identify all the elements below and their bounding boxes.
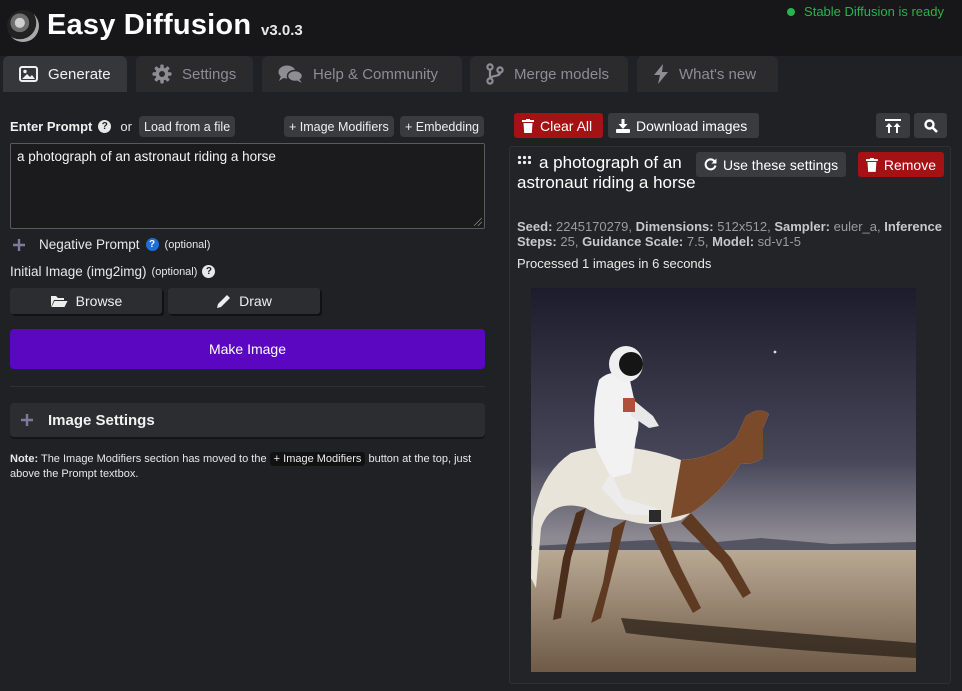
tab-whats-new-label: What's new [679,65,757,83]
negative-prompt-optional: (optional) [164,238,211,251]
draw-label: Draw [239,293,272,309]
prompt-textarea[interactable]: a photograph of an astronaut riding a ho… [10,143,485,229]
prompt-text: a photograph of an astronaut riding a ho… [17,149,276,164]
image-modifiers-button[interactable]: + Image Modifiers [284,116,394,137]
make-image-button[interactable]: Make Image [10,329,485,369]
model-label: Model: [712,234,755,249]
browse-button[interactable]: Browse [10,288,162,314]
clear-all-label: Clear All [540,117,593,134]
zoom-button[interactable] [914,113,947,138]
note-modifiers-chip: + Image Modifiers [269,452,366,466]
seed-value: 2245170279, [556,219,632,234]
tab-generate-label: Generate [48,65,111,83]
init-image-label: Initial Image (img2img) [10,264,147,279]
pen-icon [217,294,231,308]
status-dot-icon [787,7,796,16]
dimensions-label: Dimensions: [635,219,714,234]
plus-icon [21,414,33,426]
remove-button[interactable]: Remove [858,152,944,177]
tab-whats-new[interactable]: What's new [637,56,778,92]
app-title: Easy Diffusion [47,9,252,41]
download-icon [616,118,630,133]
modifiers-note: Note: The Image Modifiers section has mo… [10,452,490,482]
embedding-button[interactable]: + Embedding [400,116,485,137]
image-settings-label: Image Settings [48,411,155,429]
prompt-label: Enter Prompt [10,119,93,134]
guidance-label: Guidance Scale: [582,234,684,249]
init-image-optional: (optional) [151,265,198,278]
help-icon[interactable]: ? [98,120,112,133]
sampler-value: euler_a, [833,219,881,234]
app-logo [7,10,39,42]
steps-value: 25, [560,234,579,249]
prompt-label-row: Enter Prompt ? or [10,119,134,134]
use-settings-button[interactable]: Use these settings [696,152,847,177]
dimensions-value: 512x512, [717,219,771,234]
model-value: sd-v1-5 [757,234,802,249]
app-header: Easy Diffusion v3.0.3 Stable Diffusion i… [0,0,962,56]
load-from-file-button[interactable]: Load from a file [139,116,236,137]
tab-generate[interactable]: Generate [3,56,127,92]
gear-icon [152,64,172,84]
draw-button[interactable]: Draw [168,288,320,314]
or-text: or [120,119,132,134]
trash-icon [866,157,878,172]
negative-prompt-toggle[interactable]: Negative Prompt ? (optional) [12,237,210,252]
task-title-text: a photograph of an astronaut riding a ho… [517,153,696,192]
magnifier-icon [923,118,938,133]
task-card: a photograph of an astronaut riding a ho… [509,146,951,684]
redo-icon [704,158,717,171]
negative-prompt-label: Negative Prompt [39,237,140,252]
browse-label: Browse [75,293,123,309]
tab-help-label: Help & Community [313,65,439,83]
trash-icon [522,118,534,133]
tab-merge-models[interactable]: Merge models [470,56,628,92]
tab-merge-label: Merge models [514,65,610,83]
help-icon[interactable]: ? [202,265,216,278]
note-text-start: The Image Modifiers section has moved to… [40,453,267,465]
tab-help-community[interactable]: Help & Community [262,56,462,92]
seed-label: Seed: [517,219,553,234]
note-prefix: Note: [10,453,39,465]
editor-panel: Enter Prompt ? or Load from a file + Ima… [0,92,500,691]
task-title: a photograph of an astronaut riding a ho… [517,153,712,193]
grip-icon[interactable] [517,155,531,165]
resize-grip-icon[interactable] [474,218,482,226]
divider [10,386,485,387]
sampler-label: Sampler: [774,219,830,234]
comments-icon [278,65,303,83]
clear-all-button[interactable]: Clear All [514,113,603,138]
status-text: Stable Diffusion is ready [804,4,944,19]
plus-icon [13,238,25,251]
task-progress-text: Processed 1 images in 6 seconds [517,256,712,271]
help-icon[interactable]: ? [145,238,159,251]
arrows-up-to-line-icon [885,118,901,133]
server-status: Stable Diffusion is ready [787,4,944,19]
code-branch-icon [486,63,504,85]
init-image-label-row: Initial Image (img2img) (optional) ? [10,264,216,279]
download-images-button[interactable]: Download images [608,113,759,138]
image-settings-toggle[interactable]: Image Settings [10,403,485,437]
tab-settings-label: Settings [182,65,237,83]
image-icon [19,66,38,82]
download-images-label: Download images [636,117,748,134]
use-settings-label: Use these settings [723,156,839,173]
tab-settings[interactable]: Settings [136,56,253,92]
app-version: v3.0.3 [261,22,303,39]
bolt-icon [654,64,668,84]
scroll-to-top-button[interactable] [876,113,910,138]
folder-open-icon [50,296,68,307]
remove-label: Remove [883,156,936,173]
task-metadata: Seed: 2245170279, Dimensions: 512x512, S… [517,219,947,249]
guidance-value: 7.5, [686,234,709,249]
generated-image[interactable] [531,288,916,672]
